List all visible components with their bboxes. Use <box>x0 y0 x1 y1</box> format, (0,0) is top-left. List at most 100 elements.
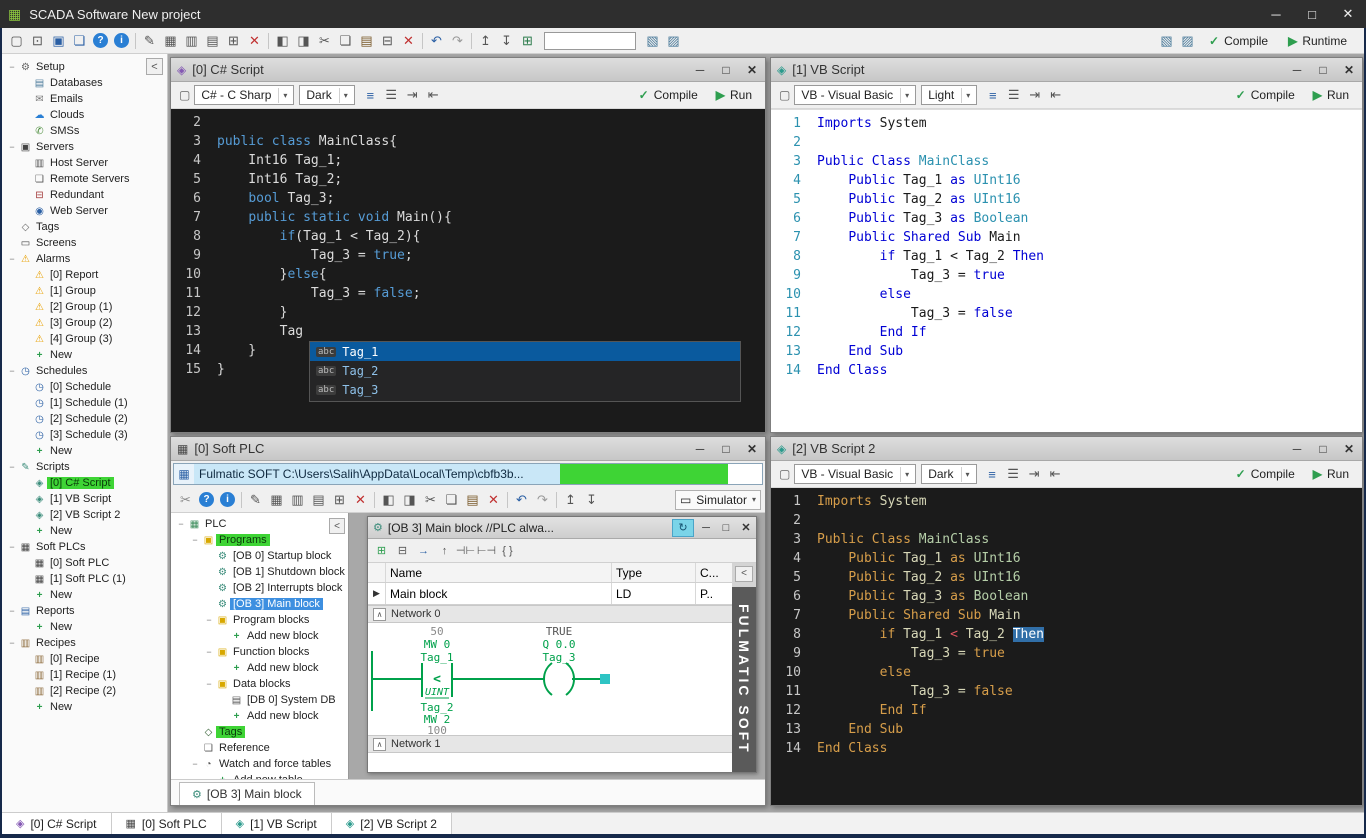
simulator-select[interactable]: ▭ Simulator ▾ <box>675 490 761 510</box>
tree-item-0-recipe[interactable]: ▥[0] Recipe <box>2 651 167 667</box>
copy-icon[interactable]: ❏ <box>441 490 462 510</box>
add-block-icon[interactable]: ⊞ <box>371 541 392 561</box>
expand-toggle-icon[interactable]: − <box>203 679 215 689</box>
network-0-header[interactable]: ∧ Network 0 <box>368 605 732 623</box>
tree-item-add-new-block[interactable]: +Add new block <box>171 708 348 724</box>
tree-item-new[interactable]: +New <box>2 523 167 539</box>
tree-item-3-group-2[interactable]: ⚠[3] Group (2) <box>2 315 167 331</box>
theme-select[interactable]: Dark▾ <box>299 85 354 105</box>
outdent-icon[interactable]: ⇤ <box>423 85 444 105</box>
tree-item-servers[interactable]: −▣Servers <box>2 139 167 155</box>
runtime-button[interactable]: ▶ Runtime <box>1279 30 1356 52</box>
redo-icon[interactable]: ↷ <box>447 31 468 51</box>
close-button[interactable]: ✕ <box>1330 0 1366 28</box>
goto-icon[interactable]: → <box>413 541 434 561</box>
run-button[interactable]: ▶Run <box>1304 84 1358 106</box>
export-icon[interactable]: ↥ <box>475 31 496 51</box>
tree-item-ob-2-interrupts-block[interactable]: ⚙[OB 2] Interrupts block <box>171 580 348 596</box>
tree-item-4-group-3[interactable]: ⚠[4] Group (3) <box>2 331 167 347</box>
help-icon[interactable]: ? <box>93 33 108 48</box>
tree-item-host-server[interactable]: ▥Host Server <box>2 155 167 171</box>
tree-item-1-group[interactable]: ⚠[1] Group <box>2 283 167 299</box>
tree-item-1-recipe-1[interactable]: ▥[1] Recipe (1) <box>2 667 167 683</box>
expand-toggle-icon[interactable]: − <box>6 606 18 616</box>
close-button[interactable]: ✕ <box>739 437 765 460</box>
edit-icon[interactable]: ✎ <box>139 31 160 51</box>
tree-item-2-group-1[interactable]: ⚠[2] Group (1) <box>2 299 167 315</box>
tree-item-plc[interactable]: −▦PLC <box>171 516 348 532</box>
collapse-block-icon[interactable]: ⊟ <box>392 541 413 561</box>
format-code-icon[interactable]: ≡ <box>360 85 381 105</box>
tree-item-reports[interactable]: −▤Reports <box>2 603 167 619</box>
code-editor[interactable]: 1Imports System23Public Class MainClass4… <box>771 488 1362 805</box>
tree-item-tags[interactable]: ◇Tags <box>2 219 167 235</box>
autocomplete-item[interactable]: abcTag_3 <box>310 380 740 399</box>
compile-button[interactable]: ✓ Compile <box>1200 30 1277 52</box>
collapse-network-icon[interactable]: ∧ <box>373 738 386 751</box>
import-icon[interactable]: ↧ <box>581 490 602 510</box>
table-row[interactable]: ▶ Main block LD P.. <box>368 583 732 605</box>
tree-item-add-new-block[interactable]: +Add new block <box>171 660 348 676</box>
save-icon[interactable]: ▣ <box>48 31 69 51</box>
tree-item-clouds[interactable]: ☁Clouds <box>2 107 167 123</box>
cut-icon[interactable]: ✂ <box>420 490 441 510</box>
plc-tree[interactable]: −▦PLC−▣Programs⚙[OB 0] Startup block⚙[OB… <box>171 516 348 781</box>
maximize-button[interactable]: □ <box>716 519 736 537</box>
outdent-icon[interactable]: ⇤ <box>1045 464 1066 484</box>
tree-item-soft-plcs[interactable]: −▦Soft PLCs <box>2 539 167 555</box>
column-header-type[interactable]: Type <box>612 563 696 582</box>
window-titlebar[interactable]: ◈ [2] VB Script 2 ─ □ ✕ <box>771 437 1362 461</box>
tree-item-ob-3-main-block[interactable]: ⚙[OB 3] Main block <box>171 596 348 612</box>
inner-window-titlebar[interactable]: ⚙ [OB 3] Main block //PLC alwa... ↻ ─ □ … <box>368 517 756 539</box>
tree-item-web-server[interactable]: ◉Web Server <box>2 203 167 219</box>
tree-item-ob-0-startup-block[interactable]: ⚙[OB 0] Startup block <box>171 548 348 564</box>
expand-toggle-icon[interactable]: − <box>175 519 187 529</box>
expand-toggle-icon[interactable]: − <box>189 535 201 545</box>
window-titlebar[interactable]: ◈ [0] C# Script ─ □ ✕ <box>171 58 765 82</box>
insert-contact-icon[interactable]: ⊣⊢ <box>455 541 476 561</box>
paste-icon[interactable]: ▤ <box>356 31 377 51</box>
table-columns-icon[interactable]: ▥ <box>181 31 202 51</box>
tree-item-1-soft-plc-1[interactable]: ▦[1] Soft PLC (1) <box>2 571 167 587</box>
maximize-button[interactable]: □ <box>1310 58 1336 81</box>
insert-column-left-icon[interactable]: ◧ <box>272 31 293 51</box>
run-button[interactable]: ▶Run <box>707 84 761 106</box>
maximize-button[interactable]: □ <box>713 437 739 460</box>
close-button[interactable]: ✕ <box>1336 58 1362 81</box>
ladder-canvas[interactable]: < UINT 50 MW 0 Tag_1 Tag_2 MW 2 100 <box>368 623 732 735</box>
block-name-cell[interactable]: Main block <box>386 583 612 604</box>
expand-toggle-icon[interactable]: − <box>6 62 18 72</box>
compile-button[interactable]: ✓Compile <box>1227 84 1304 106</box>
delete-icon[interactable]: ✕ <box>398 31 419 51</box>
tree-item-0-report[interactable]: ⚠[0] Report <box>2 267 167 283</box>
indent-icon[interactable]: ⇥ <box>1024 85 1045 105</box>
insert-column-right-icon[interactable]: ◨ <box>293 31 314 51</box>
tree-item-2-vb-script-2[interactable]: ◈[2] VB Script 2 <box>2 507 167 523</box>
open-project-icon[interactable]: ⊡ <box>27 31 48 51</box>
copy-icon[interactable]: ❏ <box>335 31 356 51</box>
expand-toggle-icon[interactable]: − <box>6 142 18 152</box>
delete-icon[interactable]: ✕ <box>483 490 504 510</box>
tree-item-schedules[interactable]: −◷Schedules <box>2 363 167 379</box>
save-all-icon[interactable]: ❏ <box>69 31 90 51</box>
edit-icon[interactable]: ✎ <box>245 490 266 510</box>
expand-toggle-icon[interactable]: − <box>6 462 18 472</box>
table-cells-icon[interactable]: ⊞ <box>223 31 244 51</box>
tree-item-scripts[interactable]: −✎Scripts <box>2 459 167 475</box>
expand-toggle-icon[interactable]: − <box>6 254 18 264</box>
tree-item-watch-and-force-tables[interactable]: −◔Watch and force tables <box>171 756 348 772</box>
tree-item-tags[interactable]: ◇Tags <box>171 724 348 740</box>
tree-item-emails[interactable]: ✉Emails <box>2 91 167 107</box>
close-button[interactable]: ✕ <box>739 58 765 81</box>
minimize-button[interactable]: ─ <box>687 58 713 81</box>
table-icon[interactable]: ▦ <box>160 31 181 51</box>
selection-handle[interactable] <box>600 674 610 684</box>
expand-toggle-icon[interactable]: − <box>203 615 215 625</box>
merge-icon[interactable]: ⊟ <box>377 31 398 51</box>
expand-toggle-icon[interactable]: − <box>189 759 201 769</box>
image-export-icon[interactable]: ▧ <box>642 31 663 51</box>
table-columns-icon[interactable]: ▥ <box>287 490 308 510</box>
delete-table-icon[interactable]: ✕ <box>244 31 265 51</box>
collapse-network-icon[interactable]: ∧ <box>373 608 386 621</box>
move-up-icon[interactable]: ↑ <box>434 541 455 561</box>
